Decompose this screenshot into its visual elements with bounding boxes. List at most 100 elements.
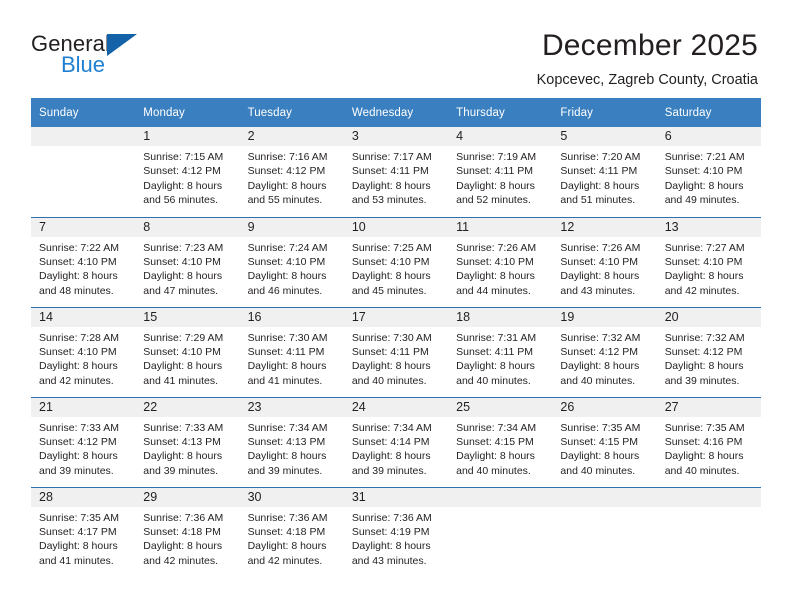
weekday-header-monday: Monday bbox=[135, 98, 240, 127]
calendar-day-cell[interactable]: 6 Sunrise: 7:21 AM Sunset: 4:10 PM Daylight… bbox=[656, 127, 761, 217]
day-cell-inner: 22 Sunrise: 7:33 AM Sunset: 4:13 PM Dayligh… bbox=[135, 397, 240, 487]
generalblue-logo[interactable]: General Blue bbox=[31, 28, 171, 87]
calendar-day-cell[interactable]: 26 Sunrise: 7:35 AM Sunset: 4:15 PM Dayligh… bbox=[552, 396, 657, 487]
calendar-day-cell[interactable]: 13 Sunrise: 7:27 AM Sunset: 4:10 PM Dayligh… bbox=[656, 216, 761, 307]
sunrise-text: Sunrise: 7:34 AM bbox=[351, 421, 432, 434]
calendar-day-cell[interactable]: 27 Sunrise: 7:35 AM Sunset: 4:16 PM Dayligh… bbox=[656, 396, 761, 487]
day-cell-inner: 15 Sunrise: 7:29 AM Sunset: 4:10 PM Dayligh… bbox=[135, 307, 240, 397]
day-number: 16 bbox=[239, 307, 344, 327]
day-details: Sunrise: 7:33 AM Sunset: 4:12 PM Daylight:… bbox=[31, 417, 135, 479]
calendar-day-cell[interactable]: 4 Sunrise: 7:19 AM Sunset: 4:11 PM Daylight… bbox=[448, 127, 553, 217]
sunset-text: Sunset: 4:12 PM bbox=[39, 435, 117, 448]
day-cell-inner: 18 Sunrise: 7:31 AM Sunset: 4:11 PM Dayligh… bbox=[448, 307, 553, 397]
calendar-day-cell[interactable]: 19 Sunrise: 7:32 AM Sunset: 4:12 PM Dayligh… bbox=[552, 306, 657, 397]
calendar-day-cell[interactable]: 28 Sunrise: 7:35 AM Sunset: 4:17 PM Dayligh… bbox=[31, 486, 136, 577]
sunrise-text: Sunrise: 7:31 AM bbox=[456, 331, 537, 344]
day-details: Sunrise: 7:36 AM Sunset: 4:19 PM Daylight:… bbox=[344, 507, 448, 569]
calendar-day-cell-empty bbox=[448, 486, 553, 577]
day-details: Sunrise: 7:35 AM Sunset: 4:15 PM Daylight:… bbox=[552, 417, 656, 479]
sunset-text: Sunset: 4:11 PM bbox=[456, 165, 533, 178]
day-number: 18 bbox=[448, 307, 553, 327]
calendar-day-cell[interactable]: 14 Sunrise: 7:28 AM Sunset: 4:10 PM Dayligh… bbox=[31, 306, 136, 397]
calendar-day-cell[interactable]: 11 Sunrise: 7:26 AM Sunset: 4:10 PM Dayligh… bbox=[448, 216, 553, 307]
sunset-text: Sunset: 4:11 PM bbox=[247, 345, 325, 358]
calendar-day-cell[interactable]: 15 Sunrise: 7:29 AM Sunset: 4:10 PM Dayligh… bbox=[135, 306, 240, 397]
calendar-day-cell[interactable]: 10 Sunrise: 7:25 AM Sunset: 4:10 PM Dayligh… bbox=[343, 216, 449, 307]
daylight-text-line1: Daylight: 8 hours bbox=[39, 450, 118, 463]
daylight-text-line2: and 41 minutes. bbox=[39, 554, 114, 567]
calendar-day-cell[interactable]: 20 Sunrise: 7:32 AM Sunset: 4:12 PM Dayligh… bbox=[656, 306, 761, 397]
day-cell-inner: 24 Sunrise: 7:34 AM Sunset: 4:14 PM Dayligh… bbox=[343, 397, 449, 487]
calendar-day-cell[interactable]: 5 Sunrise: 7:20 AM Sunset: 4:11 PM Daylight… bbox=[552, 127, 657, 217]
calendar-day-cell[interactable]: 22 Sunrise: 7:33 AM Sunset: 4:13 PM Dayligh… bbox=[135, 396, 240, 487]
calendar-day-cell[interactable]: 17 Sunrise: 7:30 AM Sunset: 4:11 PM Dayligh… bbox=[343, 306, 449, 397]
logo-triangle-icon bbox=[107, 34, 137, 56]
calendar-day-cell[interactable]: 25 Sunrise: 7:34 AM Sunset: 4:15 PM Dayligh… bbox=[448, 396, 553, 487]
calendar-day-cell[interactable]: 23 Sunrise: 7:34 AM Sunset: 4:13 PM Dayligh… bbox=[239, 396, 344, 487]
sunset-text: Sunset: 4:17 PM bbox=[39, 525, 117, 538]
daylight-text-line1: Daylight: 8 hours bbox=[456, 270, 535, 283]
day-number: 10 bbox=[343, 217, 449, 237]
day-number: 15 bbox=[135, 307, 240, 327]
day-cell-inner: 21 Sunrise: 7:33 AM Sunset: 4:12 PM Dayligh… bbox=[31, 397, 136, 487]
calendar-day-cell[interactable]: 7 Sunrise: 7:22 AM Sunset: 4:10 PM Daylight… bbox=[31, 216, 136, 307]
calendar-day-cell[interactable]: 12 Sunrise: 7:26 AM Sunset: 4:10 PM Dayligh… bbox=[552, 216, 657, 307]
day-number: 12 bbox=[552, 217, 657, 237]
sunset-text: Sunset: 4:11 PM bbox=[351, 165, 429, 178]
calendar-day-cell[interactable]: 31 Sunrise: 7:36 AM Sunset: 4:19 PM Dayligh… bbox=[343, 486, 449, 577]
calendar-day-cell[interactable]: 29 Sunrise: 7:36 AM Sunset: 4:18 PM Dayligh… bbox=[135, 486, 240, 577]
day-details: Sunrise: 7:36 AM Sunset: 4:18 PM Daylight:… bbox=[135, 507, 239, 569]
calendar-week-row: 21 Sunrise: 7:33 AM Sunset: 4:12 PM Dayligh… bbox=[31, 396, 761, 487]
day-details: Sunrise: 7:28 AM Sunset: 4:10 PM Daylight:… bbox=[31, 327, 135, 389]
day-cell-inner: 25 Sunrise: 7:34 AM Sunset: 4:15 PM Dayligh… bbox=[448, 397, 553, 487]
day-number: 24 bbox=[343, 397, 449, 417]
sunset-text: Sunset: 4:10 PM bbox=[39, 345, 117, 358]
calendar-day-cell[interactable]: 8 Sunrise: 7:23 AM Sunset: 4:10 PM Daylight… bbox=[135, 216, 240, 307]
day-details: Sunrise: 7:35 AM Sunset: 4:16 PM Daylight:… bbox=[657, 417, 761, 479]
calendar-day-cell[interactable]: 1 Sunrise: 7:15 AM Sunset: 4:12 PM Daylight… bbox=[135, 127, 240, 217]
calendar-day-cell[interactable]: 2 Sunrise: 7:16 AM Sunset: 4:12 PM Daylight… bbox=[239, 127, 344, 217]
day-cell-inner: 11 Sunrise: 7:26 AM Sunset: 4:10 PM Dayligh… bbox=[448, 217, 553, 307]
day-details: Sunrise: 7:34 AM Sunset: 4:15 PM Daylight:… bbox=[448, 417, 552, 479]
day-number: 7 bbox=[31, 217, 136, 237]
daylight-text-line1: Daylight: 8 hours bbox=[664, 179, 744, 192]
calendar-day-cell[interactable]: 18 Sunrise: 7:31 AM Sunset: 4:11 PM Dayligh… bbox=[448, 306, 553, 397]
daylight-text-line1: Daylight: 8 hours bbox=[456, 450, 535, 463]
sunrise-text: Sunrise: 7:34 AM bbox=[247, 421, 328, 434]
daylight-text-line2: and 45 minutes. bbox=[351, 284, 427, 297]
sunset-text: Sunset: 4:15 PM bbox=[456, 435, 534, 448]
daylight-text-line1: Daylight: 8 hours bbox=[143, 270, 223, 283]
daylight-text-line1: Daylight: 8 hours bbox=[456, 360, 535, 373]
daylight-text-line1: Daylight: 8 hours bbox=[143, 450, 223, 463]
calendar-day-cell[interactable]: 9 Sunrise: 7:24 AM Sunset: 4:10 PM Daylight… bbox=[239, 216, 344, 307]
daylight-text-line1: Daylight: 8 hours bbox=[351, 270, 431, 283]
day-details: Sunrise: 7:31 AM Sunset: 4:11 PM Daylight:… bbox=[448, 327, 552, 389]
calendar-day-cell[interactable]: 30 Sunrise: 7:36 AM Sunset: 4:18 PM Dayligh… bbox=[239, 486, 344, 577]
calendar-body: 1 Sunrise: 7:15 AM Sunset: 4:12 PM Daylight… bbox=[31, 127, 761, 577]
sunrise-text: Sunrise: 7:35 AM bbox=[664, 421, 745, 434]
calendar-day-cell[interactable]: 3 Sunrise: 7:17 AM Sunset: 4:11 PM Daylight… bbox=[343, 127, 449, 217]
calendar-day-cell[interactable]: 21 Sunrise: 7:33 AM Sunset: 4:12 PM Dayligh… bbox=[31, 396, 136, 487]
sunset-text: Sunset: 4:10 PM bbox=[39, 255, 117, 268]
daylight-text-line2: and 42 minutes. bbox=[247, 554, 323, 567]
sunrise-text: Sunrise: 7:22 AM bbox=[39, 241, 119, 254]
daylight-text-line2: and 41 minutes. bbox=[247, 374, 323, 387]
day-number: 8 bbox=[135, 217, 240, 237]
daylight-text-line2: and 51 minutes. bbox=[560, 194, 636, 207]
day-number: 1 bbox=[135, 127, 240, 146]
daylight-text-line2: and 46 minutes. bbox=[247, 284, 323, 297]
sunset-text: Sunset: 4:10 PM bbox=[664, 255, 743, 268]
calendar-day-cell[interactable]: 24 Sunrise: 7:34 AM Sunset: 4:14 PM Dayligh… bbox=[343, 396, 449, 487]
calendar-day-cell[interactable]: 16 Sunrise: 7:30 AM Sunset: 4:11 PM Dayligh… bbox=[239, 306, 344, 397]
sunset-text: Sunset: 4:10 PM bbox=[247, 255, 326, 268]
sunrise-text: Sunrise: 7:30 AM bbox=[247, 331, 328, 344]
daylight-text-line2: and 39 minutes. bbox=[39, 464, 114, 477]
sunrise-text: Sunrise: 7:23 AM bbox=[143, 241, 224, 254]
day-number bbox=[656, 487, 761, 507]
day-number: 17 bbox=[343, 307, 449, 327]
daylight-text-line2: and 49 minutes. bbox=[664, 194, 740, 207]
day-details: Sunrise: 7:26 AM Sunset: 4:10 PM Daylight:… bbox=[448, 237, 552, 299]
sunrise-text: Sunrise: 7:26 AM bbox=[456, 241, 537, 254]
daylight-text-line2: and 53 minutes. bbox=[351, 194, 427, 207]
sunrise-text: Sunrise: 7:35 AM bbox=[560, 421, 641, 434]
